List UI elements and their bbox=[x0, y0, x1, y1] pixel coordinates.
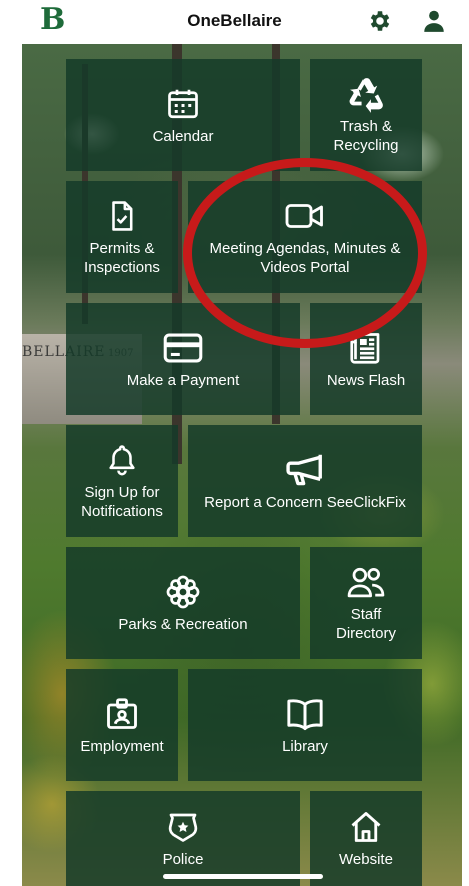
tile-news-flash-label: News Flash bbox=[326, 371, 406, 389]
credit-card-icon bbox=[162, 329, 204, 367]
calendar-icon bbox=[165, 85, 201, 123]
tile-calendar[interactable]: Calendar bbox=[66, 59, 300, 171]
book-icon bbox=[284, 695, 326, 733]
person-icon[interactable] bbox=[420, 7, 448, 35]
tile-employment-label: Employment bbox=[80, 737, 164, 755]
tile-meeting-agendas[interactable]: Meeting Agendas, Minutes & Videos Portal bbox=[188, 181, 422, 293]
home-indicator-bar[interactable] bbox=[163, 874, 323, 879]
tile-calendar-label: Calendar bbox=[152, 127, 214, 145]
tile-library[interactable]: Library bbox=[188, 669, 422, 781]
megaphone-icon bbox=[283, 451, 327, 489]
tile-permits-inspections[interactable]: Permits & Inspections bbox=[66, 181, 178, 293]
flower-icon bbox=[164, 573, 202, 611]
tile-make-payment[interactable]: Make a Payment bbox=[66, 303, 300, 415]
tile-police[interactable]: Police bbox=[66, 791, 300, 886]
tile-parks-recreation-label: Parks & Recreation bbox=[118, 615, 248, 633]
tile-parks-recreation[interactable]: Parks & Recreation bbox=[66, 547, 300, 659]
top-bar: B OneBellaire bbox=[0, 0, 469, 44]
tile-website[interactable]: Website bbox=[310, 791, 422, 886]
tile-trash-recycling[interactable]: Trash & Recycling bbox=[310, 59, 422, 171]
tile-police-label: Police bbox=[162, 851, 204, 868]
tile-meeting-agendas-label: Meeting Agendas, Minutes & Videos Portal bbox=[209, 240, 401, 276]
video-camera-icon bbox=[284, 197, 326, 235]
tile-report-concern-label: Report a Concern SeeClickFix bbox=[204, 493, 406, 511]
tile-news-flash[interactable]: News Flash bbox=[310, 303, 422, 415]
tile-trash-recycling-label: Trash & Recycling bbox=[333, 118, 399, 154]
id-badge-icon bbox=[104, 695, 140, 733]
people-icon bbox=[346, 563, 386, 601]
app-title: OneBellaire bbox=[187, 11, 282, 30]
gear-icon[interactable] bbox=[366, 7, 394, 35]
recycle-icon bbox=[346, 75, 386, 113]
tile-library-label: Library bbox=[282, 737, 328, 755]
tile-report-concern[interactable]: Report a Concern SeeClickFix bbox=[188, 425, 422, 537]
home-icon bbox=[348, 808, 384, 846]
tile-staff-directory[interactable]: Staff Directory bbox=[310, 547, 422, 659]
tile-sign-up-notifications[interactable]: Sign Up for Notifications bbox=[66, 425, 178, 537]
document-check-icon bbox=[105, 197, 139, 235]
tile-sign-up-notifications-label: Sign Up for Notifications bbox=[81, 484, 163, 520]
tile-permits-inspections-label: Permits & Inspections bbox=[84, 240, 160, 276]
tile-website-label: Website bbox=[339, 851, 393, 868]
newspaper-icon bbox=[347, 329, 385, 367]
bell-icon bbox=[105, 441, 139, 479]
tile-make-payment-label: Make a Payment bbox=[126, 371, 240, 389]
app-screen: B OneBellaire BELLAIRE 1907 bbox=[0, 0, 469, 886]
tile-employment[interactable]: Employment bbox=[66, 669, 178, 781]
tile-staff-directory-label: Staff Directory bbox=[335, 606, 396, 642]
police-badge-icon bbox=[165, 808, 201, 846]
